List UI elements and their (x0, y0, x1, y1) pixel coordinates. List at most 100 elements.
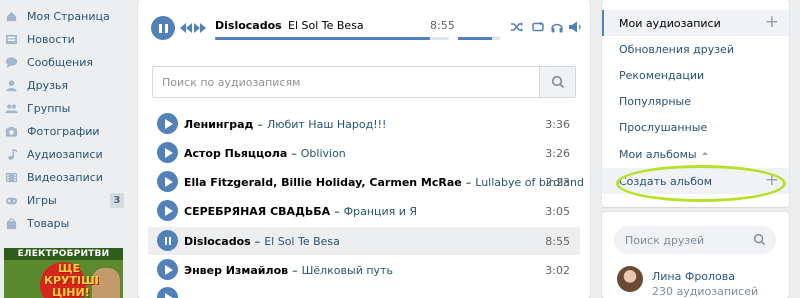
shuffle-icon[interactable] (510, 20, 524, 34)
ad-line-3: ЦІНИ! (52, 286, 90, 298)
bag-icon (0, 217, 22, 230)
track-title[interactable]: Шёлковый путь (302, 264, 393, 277)
menu-create-album[interactable]: Создать альбом + (602, 168, 789, 194)
track-pause-button[interactable] (157, 230, 178, 251)
add-audio-plus-icon[interactable]: + (765, 14, 779, 31)
play-icon (164, 118, 173, 129)
sidebar-item-messages[interactable]: Сообщения (0, 51, 130, 74)
track-row[interactable]: СЕРЕБРЯНАЯ СВАДЬБА – Франция и Я 3:05 (148, 197, 580, 225)
track-play-button[interactable] (157, 142, 178, 163)
sidebar-item-photos[interactable]: Фотографии (0, 120, 130, 143)
track-row-playing[interactable]: Dislocados – El Sol Te Besa 8:55 (148, 227, 580, 255)
track-title[interactable]: Oblivion (301, 147, 346, 160)
sidebar-item-friends[interactable]: Друзья (0, 74, 130, 97)
player-progress-bar[interactable] (215, 37, 449, 40)
camera-icon (0, 125, 22, 138)
ad-title: ЕЛЕКТРОБРИТВИ (4, 248, 123, 260)
track-text: Энвер Измайлов – Шёлковый путь (184, 264, 393, 277)
track-duration: 8:55 (545, 235, 570, 248)
sidebar-item-audio[interactable]: Аудиозаписи (0, 143, 130, 166)
menu-listened[interactable]: Прослушанные (602, 114, 789, 140)
player-pause-button[interactable] (151, 16, 175, 40)
play-icon (164, 264, 173, 275)
audio-sections-menu: Мои аудиозаписи + Обновления друзей Реко… (602, 0, 789, 207)
menu-item-label: Популярные (619, 94, 691, 108)
track-artist[interactable]: Ленинград (184, 118, 253, 131)
track-title[interactable]: El Sol Te Besa (264, 235, 340, 248)
sidebar-item-my-page[interactable]: Моя Страница (0, 5, 130, 28)
track-row[interactable]: Астор Пьяццола – Oblivion 3:26 (148, 139, 580, 167)
track-row[interactable]: Энвер Измайлов – Шёлковый путь 3:02 (148, 256, 580, 284)
track-artist[interactable]: СЕРЕБРЯНАЯ СВАДЬБА (184, 205, 330, 218)
sidebar-item-groups[interactable]: Группы (0, 97, 130, 120)
player-separator: – (275, 19, 281, 32)
audio-main-panel: Dislocados – El Sol Te Besa 8:55 Ленингр… (138, 0, 590, 298)
track-text: Ленинград – Любит Наш Народ!!! (184, 118, 386, 131)
track-artist[interactable]: Астор Пьяццола (184, 147, 287, 160)
track-duration: 2:23 (545, 176, 570, 189)
track-row[interactable] (148, 284, 580, 298)
ad-banner[interactable]: ЕЛЕКТРОБРИТВИ ЩЕ КРУТІШІ ЦІНИ! (4, 248, 123, 298)
messages-icon (0, 56, 22, 69)
pause-icon (158, 23, 168, 33)
menu-popular[interactable]: Популярные (602, 88, 789, 114)
audio-search-box (152, 66, 576, 98)
sidebar-item-news[interactable]: Новости (0, 28, 130, 51)
broadcast-icon[interactable] (568, 20, 582, 34)
menu-recommendations[interactable]: Рекомендации (602, 62, 789, 88)
repeat-icon[interactable] (531, 20, 545, 34)
left-sidebar: Моя Страница Новости Сообщения Друзья Гр… (0, 0, 130, 298)
player-time[interactable]: 8:55 (430, 19, 455, 32)
track-play-button[interactable] (157, 200, 178, 221)
track-artist[interactable]: Dislocados (184, 235, 251, 248)
menu-my-audio[interactable]: Мои аудиозаписи + (602, 10, 789, 36)
previous-track-icon[interactable] (180, 23, 192, 33)
track-artist[interactable]: Энвер Измайлов (184, 264, 288, 277)
player-title: El Sol Te Besa (288, 19, 364, 32)
sidebar-item-videos[interactable]: Видеозаписи (0, 166, 130, 189)
track-play-button[interactable] (157, 171, 178, 192)
pause-icon (164, 236, 171, 245)
avatar[interactable] (617, 266, 643, 292)
sidebar-item-label: Друзья (27, 79, 69, 92)
player-artist[interactable]: Dislocados (215, 19, 282, 32)
audio-search-input[interactable] (153, 67, 541, 97)
search-icon[interactable] (753, 233, 766, 246)
volume-slider[interactable] (458, 37, 500, 40)
menu-item-label: Рекомендации (619, 68, 705, 82)
friends-search-input[interactable] (614, 226, 744, 254)
track-row[interactable]: Ленинград – Любит Наш Народ!!! 3:36 (148, 110, 580, 138)
search-icon (551, 75, 564, 89)
track-play-button[interactable] (157, 259, 178, 280)
track-separator: – (465, 176, 472, 189)
sidebar-item-label: Фотографии (27, 125, 100, 138)
menu-item-label: Мои альбомы (619, 147, 697, 161)
track-duration: 3:02 (545, 264, 570, 277)
audio-search-button[interactable] (539, 67, 575, 97)
menu-item-label: Прослушанные (619, 120, 708, 134)
track-title[interactable]: Франция и Я (344, 205, 417, 218)
track-text: Dislocados – El Sol Te Besa (184, 235, 340, 248)
track-artist[interactable]: Ella Fitzgerald, Billie Holiday, Carmen … (184, 176, 462, 189)
track-play-button[interactable] (157, 287, 178, 298)
track-row[interactable]: Ella Fitzgerald, Billie Holiday, Carmen … (148, 168, 584, 196)
create-album-plus-icon[interactable]: + (765, 172, 779, 189)
friends-icon (0, 79, 22, 92)
sidebar-item-goods[interactable]: Товары (0, 212, 130, 235)
menu-item-label: Создать альбом (619, 174, 713, 188)
track-title[interactable]: Любит Наш Народ!!! (267, 118, 387, 131)
menu-friends-updates[interactable]: Обновления друзей (602, 36, 789, 62)
menu-item-label: Обновления друзей (619, 42, 734, 56)
next-track-icon[interactable] (194, 23, 206, 33)
track-separator: – (254, 235, 261, 248)
sidebar-item-games[interactable]: Игры 3 (0, 189, 130, 212)
menu-my-albums[interactable]: Мои альбомы (602, 141, 789, 167)
track-duration: 3:26 (545, 147, 570, 160)
headphones-icon[interactable] (550, 20, 564, 34)
track-separator: – (291, 147, 297, 160)
video-icon (0, 171, 22, 184)
play-icon (164, 292, 173, 298)
friend-name[interactable]: Лина Фролова (652, 270, 735, 283)
groups-icon (0, 102, 22, 115)
track-play-button[interactable] (157, 113, 178, 134)
